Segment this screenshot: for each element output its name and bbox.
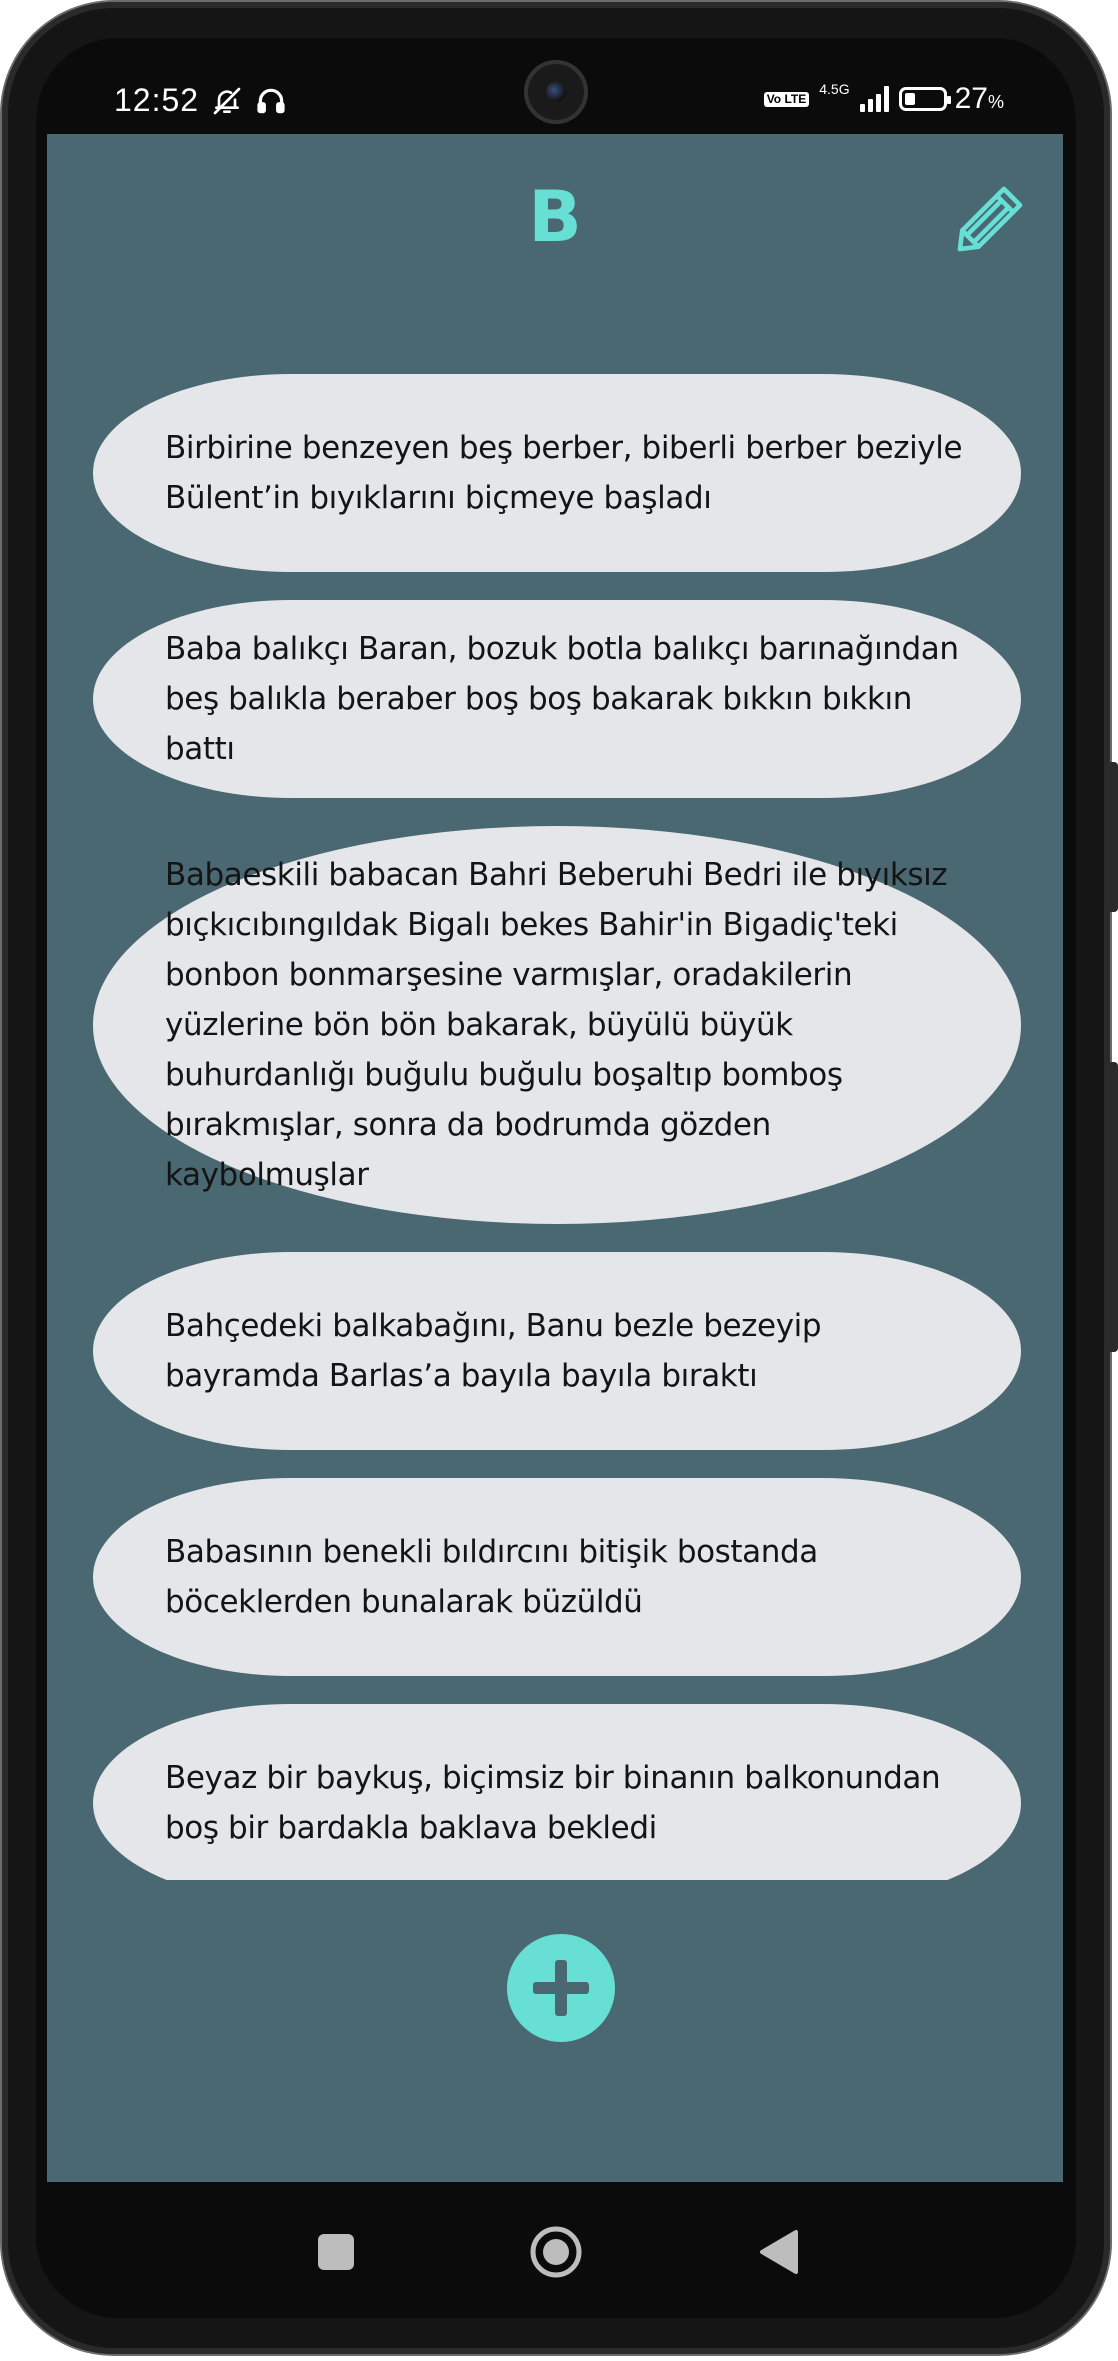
list-item-text: Babasının benekli bıldırcını bitişik bos… — [165, 1534, 818, 1620]
square-recents-icon — [318, 2234, 354, 2270]
list-item[interactable]: Birbirine benzeyen beş berber, biberli b… — [93, 374, 1021, 572]
status-bar: 12:52 Vo LTE 4.5G 27% — [36, 38, 1076, 134]
tongue-twister-list: Birbirine benzeyen beş berber, biberli b… — [93, 374, 1021, 1880]
app-screen: B Birbirine benzeyen beş berber, biberli… — [47, 134, 1063, 2182]
network-type: 4.5G — [819, 81, 850, 97]
page-title: B — [528, 176, 582, 258]
list-item[interactable]: Babasının benekli bıldırcını bitişik bos… — [93, 1478, 1021, 1676]
screen: 12:52 Vo LTE 4.5G 27% B Birbirine benzey… — [36, 38, 1076, 2318]
home-button[interactable] — [526, 2222, 586, 2282]
recents-button[interactable] — [306, 2222, 366, 2282]
add-button[interactable] — [507, 1934, 615, 2042]
list-item-text: Babaeskili babacan Bahri Beberuhi Bedri … — [165, 857, 948, 1193]
power-button — [1106, 1062, 1118, 1352]
battery-percent: 27 — [954, 82, 988, 115]
list-item[interactable]: Baba balıkçı Baran, bozuk botla balıkçı … — [93, 600, 1021, 798]
status-time: 12:52 — [114, 82, 200, 118]
bell-off-icon — [211, 85, 243, 117]
back-button[interactable] — [748, 2222, 808, 2282]
list-item[interactable]: Beyaz bir baykuş, biçimsiz bir binanın b… — [93, 1704, 1021, 1880]
volte-badge: Vo LTE — [763, 91, 810, 107]
headphones-icon — [255, 85, 287, 117]
battery-unit: % — [987, 92, 1004, 112]
list-item[interactable]: Babaeskili babacan Bahri Beberuhi Bedri … — [93, 826, 1021, 1224]
list-item[interactable]: Bahçedeki balkabağını, Banu bezle bezeyi… — [93, 1252, 1021, 1450]
volume-button — [1106, 762, 1118, 912]
list-item-text: Bahçedeki balkabağını, Banu bezle bezeyi… — [165, 1308, 822, 1394]
signal-icon — [859, 86, 889, 112]
list-item-text: Beyaz bir baykuş, biçimsiz bir binanın b… — [165, 1760, 941, 1846]
phone-frame: 12:52 Vo LTE 4.5G 27% B Birbirine benzey… — [2, 2, 1118, 2354]
battery-icon — [898, 87, 951, 111]
list-item-text: Birbirine benzeyen beş berber, biberli b… — [165, 430, 963, 516]
list-item-text: Baba balıkçı Baran, bozuk botla balıkçı … — [165, 631, 959, 767]
navigation-bar — [36, 2182, 1076, 2318]
plus-icon — [533, 1960, 589, 2016]
triangle-back-icon — [760, 2230, 798, 2274]
pencil-icon — [957, 186, 1023, 252]
front-camera — [524, 60, 588, 124]
edit-button[interactable] — [953, 182, 1027, 256]
circle-home-icon — [530, 2226, 582, 2278]
